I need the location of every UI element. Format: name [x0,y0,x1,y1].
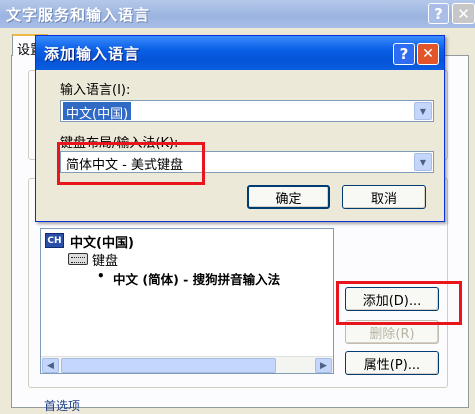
cancel-button[interactable]: 取消 [342,185,426,209]
tree-item-language[interactable]: 中文(中国) [70,232,134,251]
tree-item-ime[interactable]: 中文 (简体) - 搜狗拼音输入法 [113,269,280,288]
installed-services-list[interactable]: CH 中文(中国) 键盘 • 中文 (简体) - 搜狗拼音输入法 ◀ ▶ [40,228,334,374]
properties-button[interactable]: 属性(P)... [345,351,439,375]
add-button-highlight [336,281,462,325]
input-language-label: 输入语言(I): [60,83,131,98]
language-badge-icon: CH [45,233,64,248]
bullet: • [97,269,105,283]
outer-help-button[interactable]: ? [428,3,449,24]
scroll-left-icon[interactable]: ◀ [42,358,59,373]
keyboard-icon [68,253,88,265]
outer-title-bar[interactable]: 文字服务和输入语言 ? ✕ [0,0,475,28]
tree-item-keyboard[interactable]: 键盘 [92,250,118,269]
preferences-group-label: 首选项 [44,399,81,413]
dialog-title: 添加输入语言 [44,45,141,63]
chevron-down-icon[interactable]: ▼ [414,153,432,171]
dialog-title-bar[interactable]: 添加输入语言 ? ✕ [36,36,444,70]
outer-window-title: 文字服务和输入语言 [6,6,151,24]
scroll-right-icon[interactable]: ▶ [315,358,332,373]
outer-close-button[interactable]: ✕ [452,3,475,24]
scroll-thumb[interactable] [61,358,276,373]
dialog-close-button[interactable]: ✕ [417,43,439,65]
dialog-help-button[interactable]: ? [393,43,415,65]
input-language-value: 中文(中国) [63,102,132,122]
horizontal-scrollbar[interactable]: ◀ ▶ [41,356,333,373]
ok-button[interactable]: 确定 [247,185,330,209]
chevron-down-icon[interactable]: ▼ [414,102,432,120]
keyboard-layout-highlight [57,142,205,185]
input-language-select[interactable]: 中文(中国) ▼ [60,100,434,122]
